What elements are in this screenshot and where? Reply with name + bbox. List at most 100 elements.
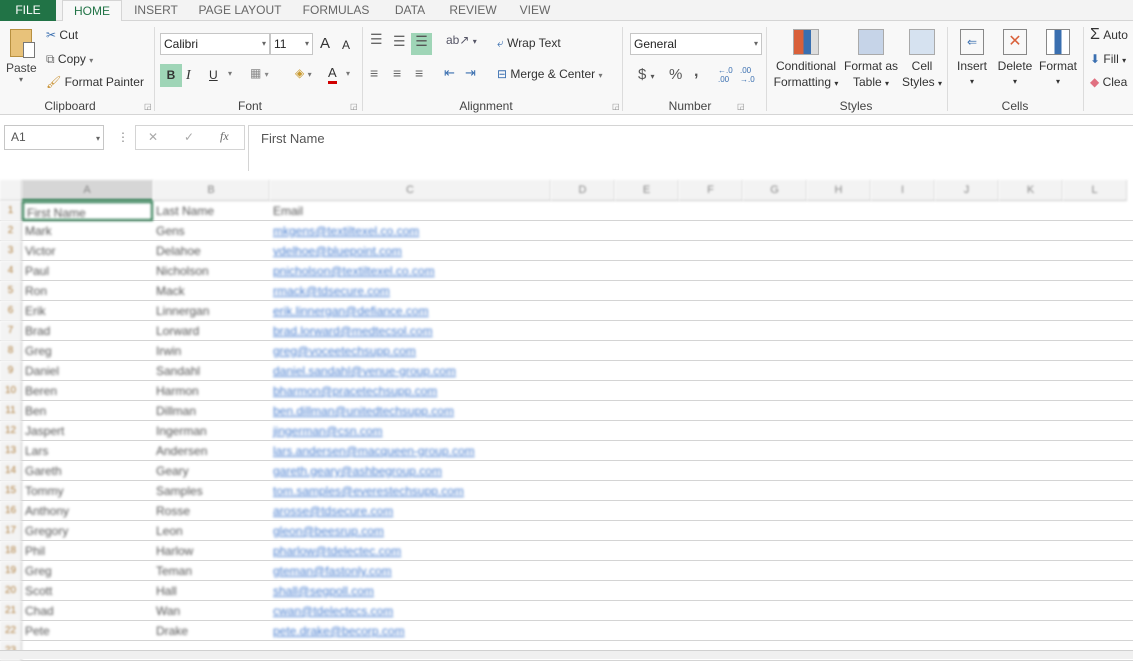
shrink-font-button[interactable]: A <box>342 38 350 52</box>
email-cell[interactable]: cwan@tdelectecs.com <box>270 601 551 621</box>
email-cell[interactable]: tom.samples@everestechsupp.com <box>270 481 551 501</box>
font-color-button[interactable]: A <box>328 65 337 84</box>
autosum-button[interactable]: Σ Auto <box>1090 26 1128 44</box>
row-header[interactable]: 2 <box>0 221 22 241</box>
column-header-e[interactable]: E <box>615 180 679 201</box>
first-name-cell[interactable]: Tommy <box>22 481 153 501</box>
cancel-icon[interactable]: ✕ <box>148 130 158 144</box>
first-name-cell[interactable]: Brad <box>22 321 153 341</box>
worksheet-grid[interactable]: A B C D E F G H I J K L 1 First Name Last Name Email 2 Ma… <box>0 180 1133 661</box>
first-name-cell[interactable]: Lars <box>22 441 153 461</box>
email-cell[interactable]: bharmon@pracetechsupp.com <box>270 381 551 401</box>
first-name-cell[interactable]: Victor <box>22 241 153 261</box>
copy-button[interactable]: ⧉ Copy ▾ <box>46 52 93 67</box>
column-header-b[interactable]: B <box>153 180 270 201</box>
email-cell[interactable]: Email <box>270 201 551 221</box>
last-name-cell[interactable]: Andersen <box>153 441 270 461</box>
tab-formulas[interactable]: FORMULAS <box>296 0 376 21</box>
email-cell[interactable]: gteman@fastonly.com <box>270 561 551 581</box>
email-cell[interactable]: shall@segpoll.com <box>270 581 551 601</box>
more-options-icon[interactable]: ⋮ <box>117 130 129 144</box>
first-name-cell[interactable]: Mark <box>22 221 153 241</box>
bold-button[interactable]: B <box>160 64 182 87</box>
column-header-a[interactable]: A <box>22 180 153 201</box>
last-name-cell[interactable]: Irwin <box>153 341 270 361</box>
email-cell[interactable]: daniel.sandahl@venue-group.com <box>270 361 551 381</box>
alignment-launcher-icon[interactable]: ◲ <box>612 102 620 111</box>
row-header[interactable]: 4 <box>0 261 22 281</box>
formula-input[interactable]: First Name <box>248 125 1133 171</box>
name-box[interactable]: A1 ▾ <box>4 125 104 150</box>
email-cell[interactable]: vdelhoe@bluepoint.com <box>270 241 551 261</box>
last-name-cell[interactable]: Geary <box>153 461 270 481</box>
format-cells-button[interactable]: Format ▾ <box>1036 29 1080 90</box>
row-header[interactable]: 7 <box>0 321 22 341</box>
font-launcher-icon[interactable]: ◲ <box>350 102 358 111</box>
email-cell[interactable]: greg@voceetechsupp.com <box>270 341 551 361</box>
tab-home[interactable]: HOME <box>62 0 122 22</box>
last-name-cell[interactable]: Mack <box>153 281 270 301</box>
currency-button[interactable]: $ ▾ <box>638 66 655 83</box>
last-name-cell[interactable]: Drake <box>153 621 270 641</box>
font-name-select[interactable]: Calibri ▾ <box>160 33 270 55</box>
first-name-cell[interactable]: Daniel <box>22 361 153 381</box>
last-name-cell[interactable]: Teman <box>153 561 270 581</box>
comma-button[interactable]: , <box>694 63 698 81</box>
insert-function-button[interactable]: fx <box>220 129 229 144</box>
row-header[interactable]: 8 <box>0 341 22 361</box>
email-cell[interactable]: jingerman@csn.com <box>270 421 551 441</box>
last-name-cell[interactable]: Rosse <box>153 501 270 521</box>
decrease-decimal-button[interactable]: .00 →.0 <box>740 66 758 84</box>
last-name-cell[interactable]: Linnergan <box>153 301 270 321</box>
fill-color-icon[interactable]: ◈ ▾ <box>295 66 312 80</box>
tab-view[interactable]: VIEW <box>512 0 558 21</box>
email-cell[interactable]: erik.linnergan@defiance.com <box>270 301 551 321</box>
orientation-icon[interactable]: ab↗ ▾ <box>446 33 477 47</box>
email-cell[interactable]: lars.andersen@macqueen-group.com <box>270 441 551 461</box>
first-name-cell[interactable]: Ron <box>22 281 153 301</box>
column-header-l[interactable]: L <box>1063 180 1127 201</box>
email-cell[interactable]: brad.lorward@medtecsol.com <box>270 321 551 341</box>
row-header[interactable]: 21 <box>0 601 22 621</box>
underline-button[interactable]: U <box>209 68 218 82</box>
row-header[interactable]: 5 <box>0 281 22 301</box>
last-name-cell[interactable]: Lorward <box>153 321 270 341</box>
email-cell[interactable]: gareth.geary@ashbegroup.com <box>270 461 551 481</box>
first-name-cell[interactable]: Phil <box>22 541 153 561</box>
first-name-cell[interactable]: Paul <box>22 261 153 281</box>
format-painter-button[interactable]: 🖌 Format Painter <box>46 75 144 89</box>
clear-button[interactable]: ◆ Clea <box>1090 75 1127 89</box>
format-as-table-button[interactable]: Format as Table ▾ <box>842 29 900 92</box>
cell-styles-button[interactable]: Cell Styles ▾ <box>900 29 944 92</box>
row-header[interactable]: 6 <box>0 301 22 321</box>
column-header-i[interactable]: I <box>871 180 935 201</box>
last-name-cell[interactable]: Samples <box>153 481 270 501</box>
last-name-cell[interactable]: Harlow <box>153 541 270 561</box>
first-name-cell[interactable]: Scott <box>22 581 153 601</box>
tab-data[interactable]: DATA <box>386 0 434 21</box>
underline-dropdown-icon[interactable]: ▾ <box>228 69 232 78</box>
wrap-text-button[interactable]: ⤶ Wrap Text <box>497 36 561 51</box>
email-cell[interactable]: arosse@tdsecure.com <box>270 501 551 521</box>
row-header[interactable]: 11 <box>0 401 22 421</box>
last-name-cell[interactable]: Last Name <box>153 201 270 221</box>
row-header[interactable]: 9 <box>0 361 22 381</box>
clipboard-launcher-icon[interactable]: ◲ <box>144 102 152 111</box>
column-header-c[interactable]: C <box>270 180 551 201</box>
column-header-h[interactable]: H <box>807 180 871 201</box>
align-right-icon[interactable]: ≡ <box>415 65 423 81</box>
email-cell[interactable]: ben.dillman@unitedtechsupp.com <box>270 401 551 421</box>
grow-font-button[interactable]: A <box>320 35 330 52</box>
align-top-icon[interactable]: ☰ <box>370 31 383 48</box>
fill-button[interactable]: ⬇ Fill ▾ <box>1090 52 1126 66</box>
tab-insert[interactable]: INSERT <box>130 0 182 21</box>
increase-decimal-button[interactable]: ←.0 .00 <box>718 66 736 84</box>
first-name-cell[interactable]: Chad <box>22 601 153 621</box>
tab-page-layout[interactable]: PAGE LAYOUT <box>194 0 286 21</box>
row-header[interactable]: 12 <box>0 421 22 441</box>
first-name-cell[interactable]: Pete <box>22 621 153 641</box>
last-name-cell[interactable]: Nicholson <box>153 261 270 281</box>
last-name-cell[interactable]: Leon <box>153 521 270 541</box>
borders-icon[interactable]: ▦ ▾ <box>250 66 269 80</box>
last-name-cell[interactable]: Gens <box>153 221 270 241</box>
